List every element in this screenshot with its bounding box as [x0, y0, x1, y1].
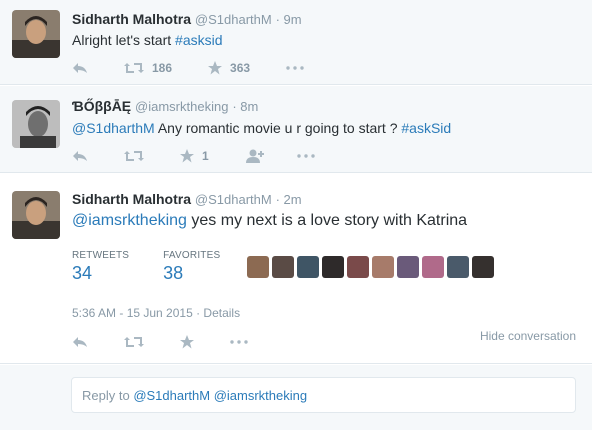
more-button[interactable] — [296, 154, 315, 158]
reply-button[interactable] — [72, 336, 88, 348]
favoriter-avatar[interactable] — [347, 256, 369, 278]
favorite-button[interactable]: 363 — [208, 61, 250, 75]
follow-button[interactable] — [245, 149, 265, 163]
avatar[interactable] — [12, 100, 60, 148]
tweet-time[interactable]: · 9m — [276, 12, 302, 27]
tweet-body: Alright let's start — [72, 32, 176, 48]
user-name[interactable]: ƁŐββĀĘ — [72, 98, 131, 114]
tweet-text: @S1dharthM Any romantic movie u r going … — [72, 120, 451, 136]
favorite-icon — [180, 335, 194, 349]
tweet-3-expanded[interactable]: Sidharth Malhotra @S1dharthM · 2m @iamsr… — [0, 174, 592, 364]
favoriter-avatar[interactable] — [297, 256, 319, 278]
tweet-2[interactable]: ƁŐββĀĘ @iamsrktheking · 8m @S1dharthM An… — [0, 86, 592, 173]
retweet-icon — [124, 63, 144, 73]
favorite-icon — [208, 61, 223, 75]
favorite-button[interactable]: 1 — [180, 149, 209, 163]
avatar[interactable] — [12, 191, 60, 239]
favoriter-avatar[interactable] — [397, 256, 419, 278]
retweet-button[interactable]: 186 — [124, 61, 172, 75]
favoriter-avatar[interactable] — [372, 256, 394, 278]
favorite-icon — [180, 149, 194, 163]
reply-mentions: @S1dharthM @iamsrktheking — [133, 388, 308, 403]
tweet-time[interactable]: · 8m — [232, 99, 258, 114]
more-icon — [230, 340, 248, 344]
tweet-actions: 186 363 — [72, 58, 340, 78]
favorites-value: 38 — [163, 263, 184, 283]
reply-icon — [73, 337, 87, 347]
retweet-button[interactable] — [124, 150, 144, 162]
favorite-button[interactable] — [180, 335, 194, 349]
tweet-actions: 1 — [72, 146, 351, 166]
retweet-button[interactable] — [124, 336, 144, 348]
retweet-icon — [124, 337, 144, 347]
user-handle[interactable]: @iamsrktheking — [135, 99, 228, 114]
favoriter-avatars — [247, 256, 497, 278]
details-link[interactable]: · Details — [193, 306, 240, 320]
favoriter-avatar[interactable] — [447, 256, 469, 278]
hashtag-link[interactable]: #asksid — [175, 32, 222, 48]
tweet-time[interactable]: · 2m — [276, 192, 302, 207]
tweet-header: Sidharth Malhotra @S1dharthM · 9m — [72, 11, 302, 27]
favoriter-avatar[interactable] — [247, 256, 269, 278]
hashtag-link[interactable]: #askSid — [401, 120, 451, 136]
favoriter-avatar[interactable] — [322, 256, 344, 278]
retweets-stat[interactable]: RETWEETS 34 — [72, 250, 129, 284]
tweet-text: @iamsrktheking yes my next is a love sto… — [72, 212, 467, 230]
retweets-label: RETWEETS — [72, 250, 130, 261]
tweet-text: Alright let's start #asksid — [72, 32, 223, 48]
more-icon — [286, 66, 304, 70]
more-button[interactable] — [230, 340, 248, 344]
retweet-count: 186 — [152, 61, 173, 75]
favorite-count: 363 — [230, 61, 251, 75]
tweet-body: yes my next is a love story with Katrina — [186, 212, 468, 229]
user-name[interactable]: Sidharth Malhotra — [72, 191, 191, 207]
tweet-header: Sidharth Malhotra @S1dharthM · 2m — [72, 191, 302, 207]
follow-icon — [245, 149, 264, 163]
user-name[interactable]: Sidharth Malhotra — [72, 11, 191, 27]
reply-icon — [73, 63, 87, 73]
tweet-timestamp[interactable]: 5:36 AM - 15 Jun 2015 — [72, 306, 193, 320]
mention-link[interactable]: @iamsrktheking — [72, 212, 187, 229]
user-handle[interactable]: @S1dharthM — [195, 192, 272, 207]
reply-prefix: Reply to — [82, 388, 134, 403]
user-handle[interactable]: @S1dharthM — [195, 12, 272, 27]
tweet-stats: RETWEETS 34 FAVORITES 38 — [72, 250, 254, 284]
reply-area: Reply to @S1dharthM @iamsrktheking — [0, 365, 592, 430]
retweet-icon — [124, 151, 144, 161]
hide-conversation-link[interactable]: Hide conversation — [480, 329, 576, 343]
favoriter-avatar[interactable] — [472, 256, 494, 278]
tweet-actions — [72, 332, 284, 352]
avatar[interactable] — [12, 10, 60, 58]
favoriter-avatar[interactable] — [422, 256, 444, 278]
tweet-header: ƁŐββĀĘ @iamsrktheking · 8m — [72, 98, 258, 114]
favorite-count: 1 — [202, 149, 209, 163]
reply-icon — [73, 151, 87, 161]
favorites-stat[interactable]: FAVORITES 38 — [163, 250, 220, 284]
tweet-meta: 5:36 AM - 15 Jun 2015 · Details — [72, 306, 240, 320]
more-button[interactable] — [286, 66, 304, 70]
favorites-label: FAVORITES — [163, 250, 221, 261]
retweets-value: 34 — [72, 263, 93, 283]
favoriter-avatar[interactable] — [272, 256, 294, 278]
reply-button[interactable] — [72, 150, 88, 162]
more-icon — [296, 154, 315, 158]
reply-input[interactable]: Reply to @S1dharthM @iamsrktheking — [71, 377, 576, 413]
tweet-1[interactable]: Sidharth Malhotra @S1dharthM · 9m Alrigh… — [0, 0, 592, 85]
tweet-body: Any romantic movie u r going to start ? — [154, 120, 402, 136]
reply-button[interactable] — [72, 62, 88, 74]
mention-link[interactable]: @S1dharthM — [72, 120, 155, 136]
